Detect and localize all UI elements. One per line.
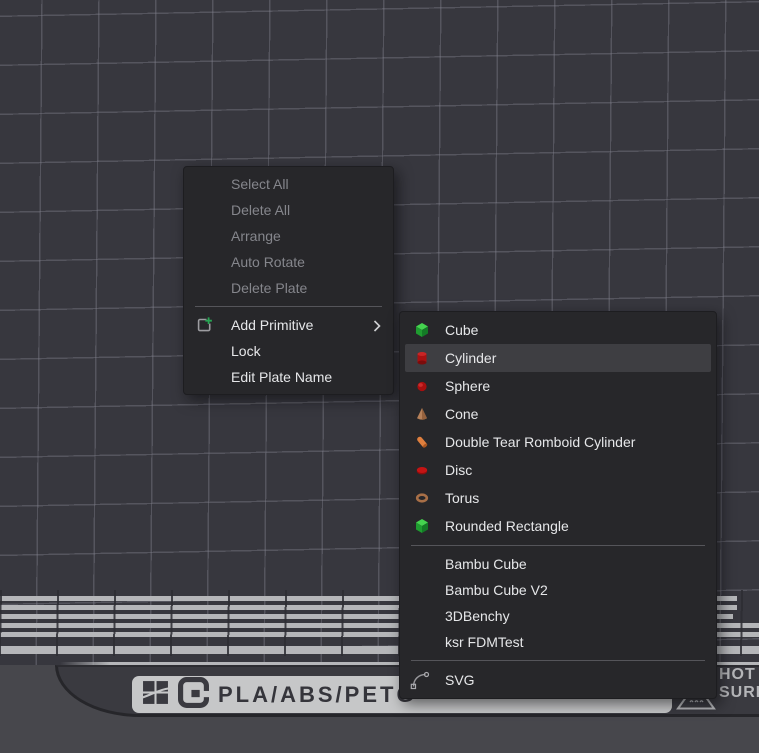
submenu-item-cone[interactable]: Cone xyxy=(400,400,716,428)
menu-item-label: Select All xyxy=(231,176,289,192)
submenu-item-torus[interactable]: Torus xyxy=(400,484,716,512)
submenu-item-svg[interactable]: SVG xyxy=(400,666,716,694)
bezier-curve-icon xyxy=(410,670,430,690)
menu-item-label: Delete Plate xyxy=(231,280,307,296)
menu-item-label: Add Primitive xyxy=(231,317,313,333)
menu-item-auto-rotate: Auto Rotate xyxy=(184,249,393,275)
menu-item-label: Delete All xyxy=(231,202,290,218)
submenu-item-label: Cone xyxy=(445,406,478,422)
submenu-item-sphere[interactable]: Sphere xyxy=(400,372,716,400)
warning-line-2: SURFACE xyxy=(719,684,759,702)
submenu-item-label: Sphere xyxy=(445,378,490,394)
submenu-item-cube[interactable]: Cube xyxy=(400,316,716,344)
torus-icon xyxy=(414,490,430,506)
cylinder-icon xyxy=(414,350,430,366)
submenu-item-label: Disc xyxy=(445,462,472,478)
menu-item-label: Lock xyxy=(231,343,261,359)
menu-item-delete-plate: Delete Plate xyxy=(184,275,393,301)
submenu-item-cylinder[interactable]: Cylinder xyxy=(405,344,711,372)
submenu-item-label: Bambu Cube V2 xyxy=(445,582,548,598)
warning-line-1: HOT xyxy=(719,666,759,684)
context-menu: Select All Delete All Arrange Auto Rotat… xyxy=(183,166,394,395)
menu-item-delete-all: Delete All xyxy=(184,197,393,223)
menu-item-label: Auto Rotate xyxy=(231,254,305,270)
submenu-item-label: Torus xyxy=(445,490,479,506)
menu-item-label: Arrange xyxy=(231,228,281,244)
submenu-item-label: Double Tear Romboid Cylinder xyxy=(445,434,635,450)
submenu-item-3dbenchy[interactable]: 3DBenchy xyxy=(400,603,716,629)
menu-item-edit-plate-name[interactable]: Edit Plate Name xyxy=(184,364,393,390)
submenu-item-bambu-cube[interactable]: Bambu Cube xyxy=(400,551,716,577)
menu-separator xyxy=(411,545,705,546)
romboid-cylinder-icon xyxy=(414,434,430,450)
cube-icon xyxy=(414,322,430,338)
submenu-item-ksr-fdmtest[interactable]: ksr FDMTest xyxy=(400,629,716,655)
hot-surface-warning-text: HOT SURFACE xyxy=(719,666,759,702)
menu-item-arrange: Arrange xyxy=(184,223,393,249)
submenu-item-disc[interactable]: Disc xyxy=(400,456,716,484)
submenu-item-label: Rounded Rectangle xyxy=(445,518,569,534)
submenu-item-label: 3DBenchy xyxy=(445,608,510,624)
menu-separator xyxy=(195,306,382,307)
submenu-item-label: Cube xyxy=(445,322,478,338)
add-primitive-icon xyxy=(195,316,213,334)
slicer-3d-viewport[interactable]: PLA/ABS/PETG HOT SURFACE Select All Dele… xyxy=(0,0,759,753)
submenu-item-label: Bambu Cube xyxy=(445,556,527,572)
menu-separator xyxy=(411,660,705,661)
plate-brand-logo-icon xyxy=(178,677,209,713)
submenu-item-double-tear-romboid-cylinder[interactable]: Double Tear Romboid Cylinder xyxy=(400,428,716,456)
cone-icon xyxy=(414,406,430,422)
submenu-item-label: Cylinder xyxy=(445,350,496,366)
menu-item-lock[interactable]: Lock xyxy=(184,338,393,364)
submenu-item-bambu-cube-v2[interactable]: Bambu Cube V2 xyxy=(400,577,716,603)
menu-item-label: Edit Plate Name xyxy=(231,369,332,385)
submenu-item-rounded-rectangle[interactable]: Rounded Rectangle xyxy=(400,512,716,540)
submenu-item-label: SVG xyxy=(445,672,475,688)
disc-icon xyxy=(414,462,430,478)
bambu-quadrant-logo-icon xyxy=(142,679,169,711)
menu-item-select-all: Select All xyxy=(184,171,393,197)
menu-item-add-primitive[interactable]: Add Primitive xyxy=(184,312,393,338)
sphere-icon xyxy=(414,378,430,394)
plate-material-label: PLA/ABS/PETG xyxy=(218,682,417,708)
rounded-rectangle-icon xyxy=(414,518,430,534)
submenu-item-label: ksr FDMTest xyxy=(445,634,524,650)
chevron-right-icon xyxy=(373,319,381,335)
add-primitive-submenu: Cube Cylinder Sphere Cone Double Tear Ro… xyxy=(399,311,717,699)
